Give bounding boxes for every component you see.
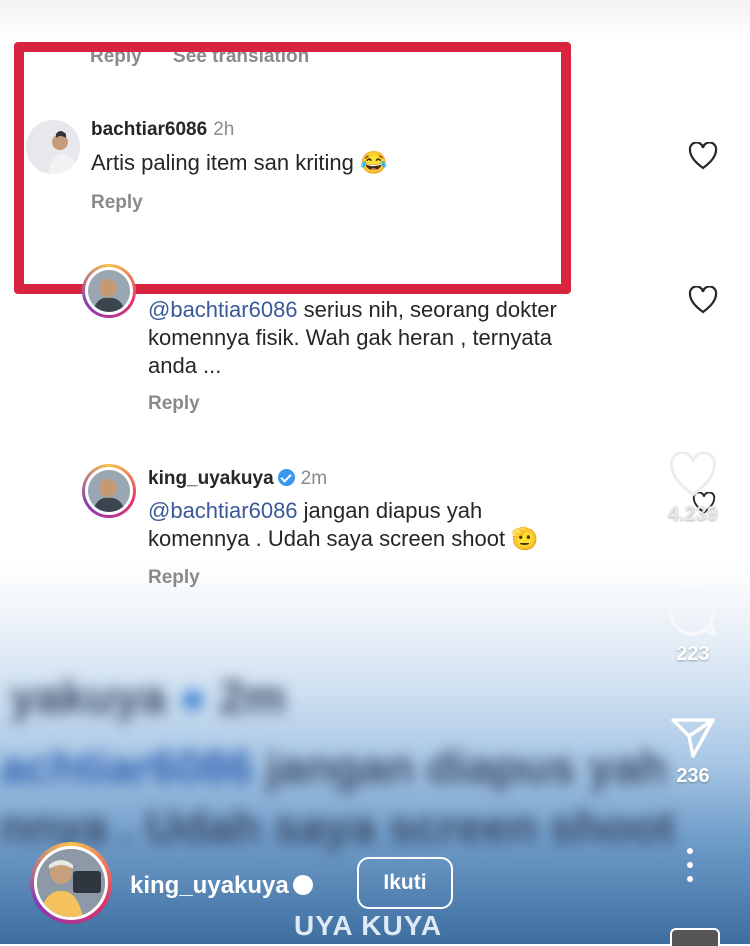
- owner-username[interactable]: king_uyakuya: [130, 872, 289, 899]
- comment-text-line-2: komennya . Udah saya screen shoot 🫡: [148, 526, 539, 551]
- mention-link[interactable]: @bachtiar6086: [148, 297, 298, 322]
- audio-thumbnail[interactable]: [670, 928, 720, 946]
- reply-button[interactable]: Reply: [148, 567, 200, 589]
- share-count: 236: [676, 765, 710, 787]
- like-count: 4.239: [667, 503, 719, 525]
- comment-count: 223: [676, 643, 710, 665]
- previous-comment-area: [0, 0, 750, 40]
- comment-icon[interactable]: [667, 586, 719, 638]
- comment-time: 2m: [300, 468, 328, 489]
- heart-icon[interactable]: [688, 142, 718, 170]
- video-caption-overlay: UYA KUYA: [294, 910, 443, 941]
- comment-text-line-3: anda ...: [148, 353, 222, 378]
- comment-text-line-1: serius nih, seorang dokter: [303, 297, 557, 322]
- mention-link[interactable]: @bachtiar6086: [148, 498, 298, 523]
- verified-badge-icon: [277, 469, 295, 486]
- follow-button[interactable]: Ikuti: [357, 857, 453, 909]
- video-background: yakuya ● 2m achtiar6086 jangan diapus ya…: [0, 671, 675, 853]
- comment-text-line-1: jangan diapus yah: [303, 498, 483, 523]
- red-highlight-box: [14, 42, 571, 294]
- share-action[interactable]: 236: [660, 712, 726, 788]
- avatar[interactable]: [85, 267, 133, 315]
- comment-username[interactable]: king_uyakuya: [148, 468, 274, 489]
- avatar[interactable]: [85, 467, 133, 515]
- comment-action[interactable]: 223: [660, 586, 726, 666]
- like-icon[interactable]: [667, 451, 719, 498]
- verified-badge-icon: [292, 875, 313, 895]
- like-action[interactable]: 4.239: [660, 451, 726, 526]
- send-icon[interactable]: [669, 712, 717, 760]
- owner-avatar[interactable]: [34, 846, 108, 920]
- reply-button[interactable]: Reply: [148, 393, 200, 415]
- comment-text-line-2: komennya fisik. Wah gak heran , ternyata: [148, 325, 552, 350]
- heart-icon[interactable]: [688, 286, 718, 314]
